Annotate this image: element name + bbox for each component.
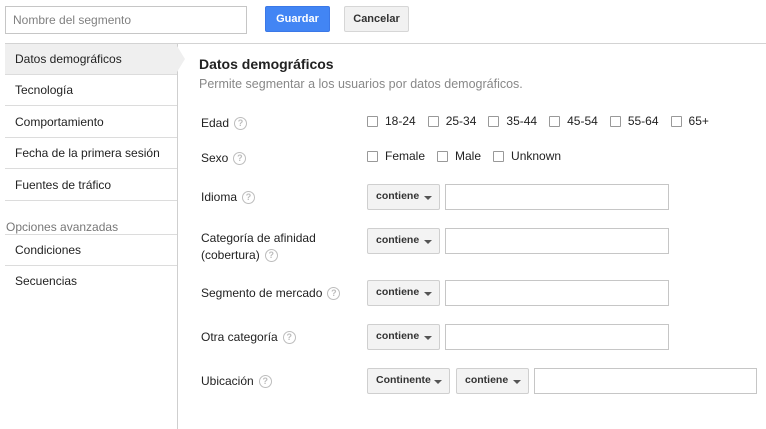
sidebar-item-sequences[interactable]: Secuencias <box>5 266 177 297</box>
help-icon[interactable]: ? <box>242 191 256 205</box>
location-input[interactable] <box>534 368 757 394</box>
checkbox[interactable] <box>427 115 439 127</box>
chevron-down-icon <box>424 240 432 244</box>
age-option-35-44[interactable]: 35-44 <box>488 114 537 128</box>
other-category-input[interactable] <box>445 324 669 350</box>
checkbox[interactable] <box>493 150 505 162</box>
segment-name-input[interactable] <box>5 6 247 34</box>
sidebar-item-behavior[interactable]: Comportamiento <box>5 107 177 138</box>
help-icon[interactable]: ? <box>327 287 341 301</box>
age-label-row: Edad? <box>201 115 248 132</box>
affinity-label-sub: (cobertura) <box>201 248 260 262</box>
advanced-options-heading: Opciones avanzadas <box>6 220 119 234</box>
age-label: Edad <box>201 116 230 130</box>
help-icon[interactable]: ? <box>258 375 272 389</box>
help-icon[interactable]: ? <box>264 249 278 263</box>
language-label-row: Idioma? <box>201 189 256 206</box>
sidebar-item-label: Condiciones <box>15 243 82 257</box>
sidebar-item-traffic-sources[interactable]: Fuentes de tráfico <box>5 170 177 201</box>
location-label: Ubicación <box>201 374 254 388</box>
help-icon[interactable]: ? <box>234 117 248 131</box>
checkbox[interactable] <box>609 115 621 127</box>
sex-option-female[interactable]: Female <box>367 149 425 163</box>
age-option-18-24[interactable]: 18-24 <box>367 114 416 128</box>
other-category-label: Otra categoría <box>201 330 278 344</box>
affinity-label-row: Categoría de afinidad (cobertura)? <box>201 230 316 264</box>
sidebar-item-label: Datos demográficos <box>15 52 122 66</box>
checkbox[interactable] <box>549 115 561 127</box>
sidebar-item-label: Tecnología <box>15 83 74 97</box>
language-label: Idioma <box>201 190 238 204</box>
other-operator-dropdown[interactable]: contiene <box>367 324 440 350</box>
sex-label-row: Sexo? <box>201 150 247 167</box>
sex-checkbox-group: Female Male Unknown <box>367 149 573 163</box>
chevron-down-icon <box>424 292 432 296</box>
chevron-down-icon <box>424 336 432 340</box>
save-button[interactable]: Guardar <box>265 6 330 32</box>
sidebar-item-label: Fuentes de tráfico <box>15 178 112 192</box>
age-checkbox-group: 18-24 25-34 35-44 45-54 55-64 65+ <box>367 114 721 128</box>
cancel-button[interactable]: Cancelar <box>344 6 409 32</box>
sidebar: Datos demográficos Tecnología Comportami… <box>5 44 185 429</box>
page-subtitle: Permite segmentar a los usuarios por dat… <box>199 77 523 91</box>
market-segment-input[interactable] <box>445 280 669 306</box>
checkbox[interactable] <box>670 115 682 127</box>
page-title: Datos demográficos <box>199 56 334 72</box>
language-input[interactable] <box>445 184 669 210</box>
chevron-down-icon <box>424 196 432 200</box>
sidebar-item-label: Fecha de la primera sesión <box>15 146 160 160</box>
affinity-label: Categoría de afinidad <box>201 231 316 245</box>
location-operator-dropdown[interactable]: contiene <box>456 368 529 394</box>
sidebar-item-first-session-date[interactable]: Fecha de la primera sesión <box>5 138 177 169</box>
age-option-55-64[interactable]: 55-64 <box>609 114 659 128</box>
affinity-operator-dropdown[interactable]: contiene <box>367 228 440 254</box>
sidebar-item-label: Comportamiento <box>15 115 104 129</box>
other-label-row: Otra categoría? <box>201 329 296 346</box>
help-icon[interactable]: ? <box>233 152 247 166</box>
help-icon[interactable]: ? <box>282 331 296 345</box>
age-option-25-34[interactable]: 25-34 <box>427 114 476 128</box>
age-option-45-54[interactable]: 45-54 <box>549 114 598 128</box>
location-scope-dropdown[interactable]: Continente <box>367 368 450 394</box>
chevron-down-icon <box>513 380 521 384</box>
market-label-row: Segmento de mercado? <box>201 285 341 302</box>
sex-label: Sexo <box>201 151 229 165</box>
checkbox[interactable] <box>488 115 500 127</box>
sidebar-item-technology[interactable]: Tecnología <box>5 75 177 106</box>
chevron-down-icon <box>434 380 442 384</box>
sex-option-unknown[interactable]: Unknown <box>493 149 561 163</box>
market-segment-label: Segmento de mercado <box>201 286 323 300</box>
age-option-65-plus[interactable]: 65+ <box>670 114 709 128</box>
checkbox[interactable] <box>367 150 378 162</box>
checkbox[interactable] <box>367 115 378 127</box>
market-operator-dropdown[interactable]: contiene <box>367 280 440 306</box>
sidebar-item-label: Secuencias <box>15 274 78 288</box>
language-operator-dropdown[interactable]: contiene <box>367 184 440 210</box>
affinity-input[interactable] <box>445 228 669 254</box>
active-pointer-icon <box>177 46 185 72</box>
sidebar-item-conditions[interactable]: Condiciones <box>5 235 177 266</box>
sidebar-item-demographics[interactable]: Datos demográficos <box>5 44 185 75</box>
location-label-row: Ubicación? <box>201 373 272 390</box>
sex-option-male[interactable]: Male <box>437 149 481 163</box>
checkbox[interactable] <box>437 150 449 162</box>
